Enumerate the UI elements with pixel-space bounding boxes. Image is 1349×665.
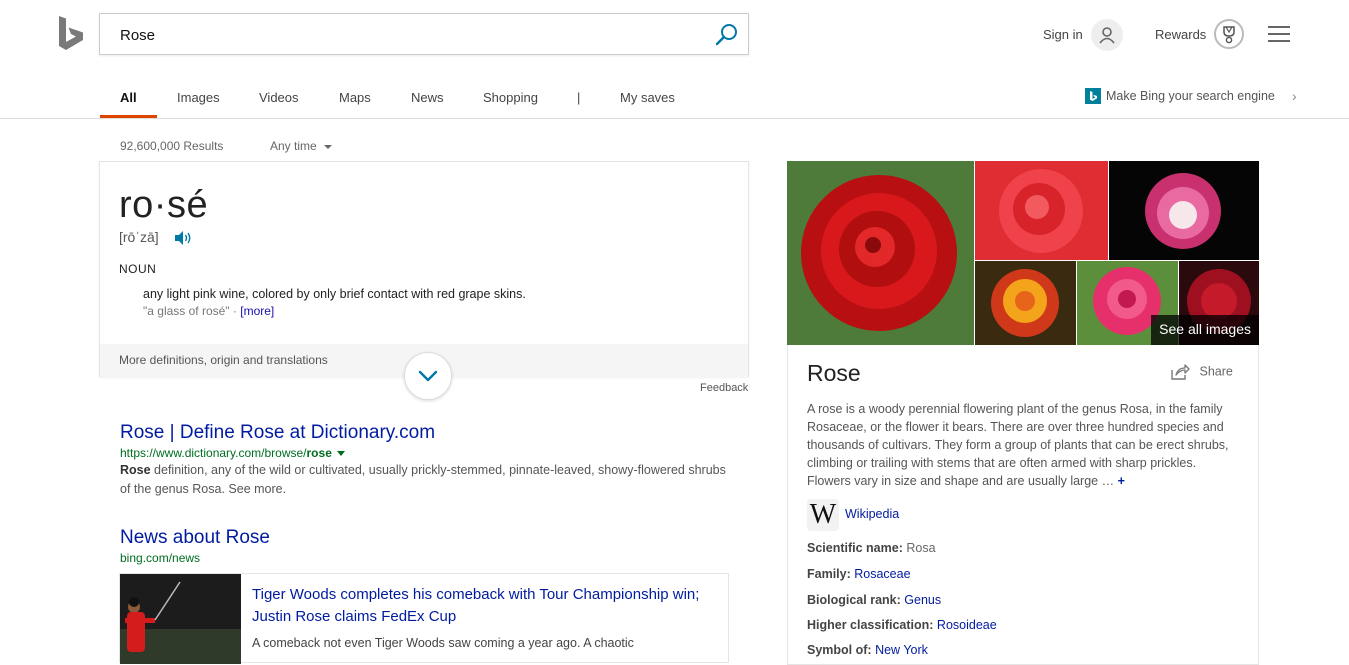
knowledge-panel-body: Rose Share A rose is a woody perennial f… xyxy=(787,345,1259,665)
result-title-link[interactable]: Rose | Define Rose at Dictionary.com xyxy=(120,422,435,444)
rose-image[interactable] xyxy=(975,161,1108,260)
fact-label: Symbol of: xyxy=(807,643,872,657)
image-grid: See all images xyxy=(787,161,1259,345)
nav-separator: | xyxy=(577,90,581,105)
entity-description-text: A rose is a woody perennial flowering pl… xyxy=(807,402,1229,488)
wikipedia-icon[interactable]: W xyxy=(807,499,839,531)
share-label: Share xyxy=(1199,364,1233,379)
fact-value-link[interactable]: Rosoideae xyxy=(937,618,997,632)
entity-description: A rose is a woody perennial flowering pl… xyxy=(807,400,1237,490)
result-url-prefix: https://www.dictionary.com/browse/ xyxy=(120,446,307,460)
expand-button[interactable] xyxy=(404,352,452,400)
snippet-bold: Rose xyxy=(120,463,151,477)
chevron-down-icon xyxy=(418,370,438,382)
news-url: bing.com/news xyxy=(120,551,201,565)
dictionary-card: ro·sé [rōˈzā] NOUN any light pink wine, … xyxy=(99,161,749,377)
knowledge-panel: See all images Rose Share A rose is a wo… xyxy=(787,161,1259,665)
tab-all[interactable]: All xyxy=(120,90,137,105)
sign-in-link[interactable]: Sign in xyxy=(1043,27,1083,42)
example-text: "a glass of rosé" · xyxy=(143,304,237,318)
header: Sign in Rewards All Images Videos Maps N… xyxy=(0,0,1349,119)
active-tab-indicator xyxy=(100,115,157,118)
fact-value-link[interactable]: New York xyxy=(875,643,928,657)
search-input[interactable] xyxy=(120,24,700,46)
fact-label: Biological rank: xyxy=(807,593,901,607)
fact-label: Higher classification: xyxy=(807,618,934,632)
fact-family: Family: Rosaceae xyxy=(807,567,911,581)
result-snippet: Rose definition, any of the wild or cult… xyxy=(120,461,730,499)
result-url: https://www.dictionary.com/browse/rose xyxy=(120,446,345,460)
share-icon xyxy=(1171,364,1190,380)
fact-higher-classification: Higher classification: Rosoideae xyxy=(807,618,997,632)
speaker-icon[interactable] xyxy=(173,229,193,247)
hamburger-menu-icon[interactable] xyxy=(1268,26,1290,42)
dictionary-word: ro·sé xyxy=(119,184,209,226)
result-url-bold: rose xyxy=(306,446,332,460)
tab-maps[interactable]: Maps xyxy=(339,90,371,105)
news-card[interactable]: Tiger Woods completes his comeback with … xyxy=(119,573,729,664)
news-section-title[interactable]: News about Rose xyxy=(120,527,270,549)
caret-down-icon xyxy=(324,144,333,149)
bing-logo[interactable] xyxy=(57,16,85,52)
example-sentence: "a glass of rosé" · [more] xyxy=(143,304,274,318)
rose-image[interactable] xyxy=(787,161,974,345)
definition: any light pink wine, colored by only bri… xyxy=(143,287,526,301)
time-filter-label: Any time xyxy=(270,139,317,153)
tab-images[interactable]: Images xyxy=(177,90,220,105)
share-button[interactable]: Share xyxy=(1170,363,1233,381)
wikipedia-link[interactable]: Wikipedia xyxy=(845,507,899,521)
fact-biological-rank: Biological rank: Genus xyxy=(807,593,941,607)
feedback-link[interactable]: Feedback xyxy=(700,382,748,394)
rose-image[interactable] xyxy=(975,261,1076,345)
fact-label: Scientific name: xyxy=(807,541,903,555)
search-box xyxy=(99,13,749,55)
news-thumbnail[interactable] xyxy=(120,574,241,664)
fact-value: Rosa xyxy=(906,541,936,555)
bing-b-icon xyxy=(1085,88,1101,104)
tab-videos[interactable]: Videos xyxy=(259,90,299,105)
rewards-icon[interactable] xyxy=(1214,19,1244,49)
make-bing-default-link[interactable]: Make Bing your search engine xyxy=(1106,89,1275,103)
rose-image[interactable] xyxy=(1109,161,1259,260)
fact-label: Family: xyxy=(807,567,851,581)
result-count: 92,600,000 Results xyxy=(120,139,224,153)
rewards-link[interactable]: Rewards xyxy=(1155,27,1206,42)
fact-symbol-of: Symbol of: New York xyxy=(807,643,928,657)
more-definitions-label: More definitions, origin and translation… xyxy=(119,353,328,367)
snippet-text: definition, any of the wild or cultivate… xyxy=(120,463,726,496)
tab-my-saves[interactable]: My saves xyxy=(620,90,675,105)
time-filter-dropdown[interactable]: Any time xyxy=(270,139,333,153)
chevron-right-icon[interactable]: › xyxy=(1292,88,1297,104)
tab-news[interactable]: News xyxy=(411,90,444,105)
search-icon[interactable] xyxy=(714,22,740,48)
see-all-images-button[interactable]: See all images xyxy=(1151,315,1259,345)
news-headline[interactable]: Tiger Woods completes his comeback with … xyxy=(252,584,712,628)
fact-value-link[interactable]: Genus xyxy=(904,593,941,607)
part-of-speech: NOUN xyxy=(119,262,157,276)
more-link[interactable]: [more] xyxy=(240,304,274,318)
avatar-icon[interactable] xyxy=(1091,19,1123,51)
news-description: A comeback not even Tiger Woods saw comi… xyxy=(252,636,634,650)
fact-value-link[interactable]: Rosaceae xyxy=(854,567,910,581)
tab-shopping[interactable]: Shopping xyxy=(483,90,538,105)
expand-description-button[interactable]: + xyxy=(1118,474,1125,488)
fact-scientific-name: Scientific name: Rosa xyxy=(807,541,936,555)
pronunciation: [rōˈzā] xyxy=(119,229,159,245)
caret-down-icon[interactable] xyxy=(336,451,345,457)
entity-title: Rose xyxy=(807,360,861,386)
